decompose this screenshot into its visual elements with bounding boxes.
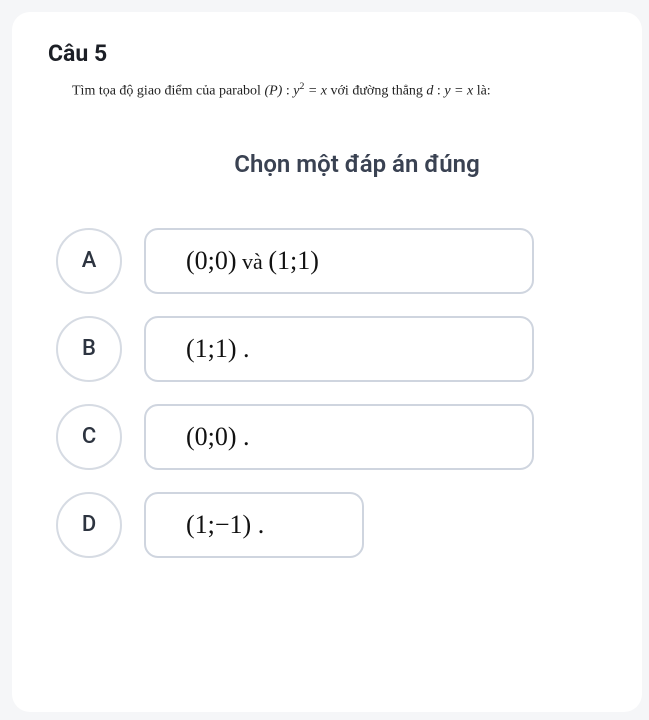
instruction-text: Chọn một đáp án đúng [168, 150, 546, 178]
option-letter-c[interactable]: C [56, 404, 122, 470]
qtext-prefix: Tìm tọa độ giao điểm của parabol [72, 84, 264, 99]
option-math-c: (0;0) . [186, 422, 250, 452]
option-letter-b[interactable]: B [56, 316, 122, 382]
option-row-c: C (0;0) . [56, 404, 606, 470]
option-answer-c[interactable]: (0;0) . [144, 404, 534, 470]
option-math-d: (1;−1) . [186, 510, 264, 540]
question-number: Câu 5 [48, 40, 606, 67]
option-row-a: A (0;0) và (1;1) [56, 228, 606, 294]
question-card: Câu 5 Tìm tọa độ giao điểm của parabol (… [12, 12, 642, 712]
qtext-tail: là: [477, 84, 491, 99]
option-row-b: B (1;1) . [56, 316, 606, 382]
question-text: Tìm tọa độ giao điểm của parabol (P) : y… [72, 81, 606, 100]
option-math-b: (1;1) . [186, 334, 250, 364]
option-letter-a[interactable]: A [56, 228, 122, 294]
qtext-eq2: y = x [444, 84, 473, 99]
qtext-p-label: (P) [264, 84, 282, 99]
qtext-d-label: d [426, 84, 433, 99]
option-letter-d[interactable]: D [56, 492, 122, 558]
qtext-eq1-rhs: = x [304, 84, 327, 99]
option-math-a: (0;0) và (1;1) [186, 246, 319, 276]
qtext-mid: với đường thẳng [331, 84, 427, 99]
option-row-d: D (1;−1) . [56, 492, 606, 558]
option-answer-a[interactable]: (0;0) và (1;1) [144, 228, 534, 294]
option-answer-b[interactable]: (1;1) . [144, 316, 534, 382]
option-answer-d[interactable]: (1;−1) . [144, 492, 364, 558]
